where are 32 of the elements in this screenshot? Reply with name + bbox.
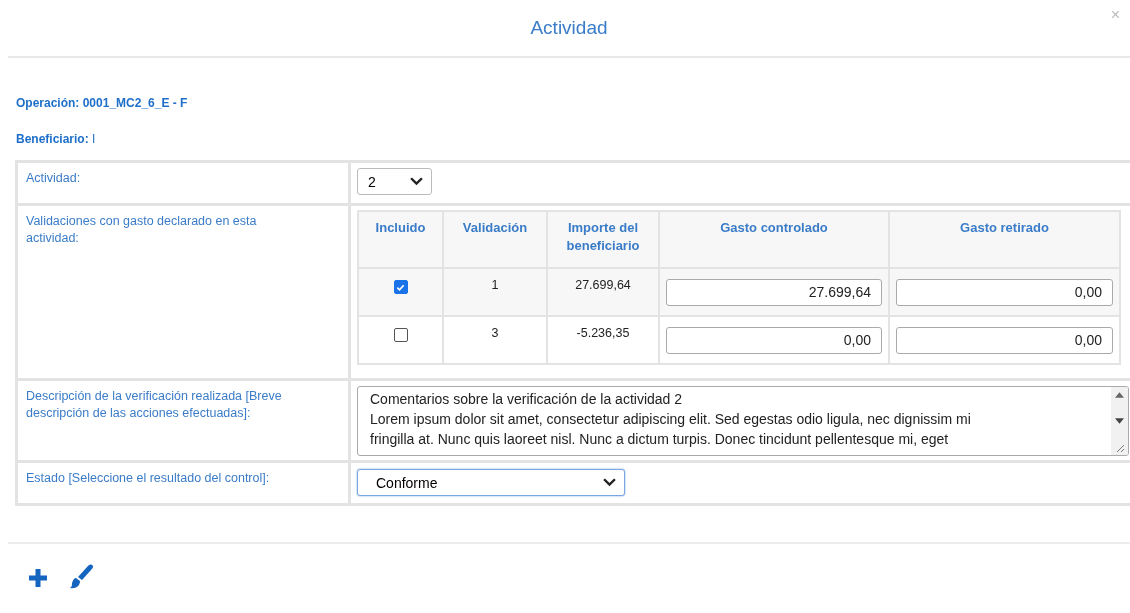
- field-label: Actividad:: [26, 171, 81, 185]
- scroll-up-icon: [1115, 392, 1124, 398]
- resize-grip-icon[interactable]: [1114, 443, 1125, 453]
- chevron-down-icon: [410, 177, 423, 186]
- amount-field[interactable]: 0,00: [666, 326, 882, 354]
- table-cell: 1: [491, 278, 499, 292]
- column-header: Gasto retirado: [960, 220, 1049, 235]
- beneficiary-info: Beneficiario: I: [16, 132, 97, 146]
- column-header: Importe del beneficiario: [566, 220, 640, 253]
- status-select[interactable]: Conforme: [357, 469, 625, 496]
- column-header: Gasto controlado: [720, 220, 828, 235]
- field-label: Validaciones con gasto declarado en esta actividad:: [26, 214, 257, 245]
- chevron-down-icon: [603, 478, 616, 487]
- amount-field[interactable]: 0,00: [896, 278, 1113, 306]
- column-header: Validación: [462, 220, 528, 235]
- amount-field[interactable]: 27.699,64: [666, 278, 882, 306]
- field-label: Estado [Seleccione el resultado del control]:: [26, 471, 270, 485]
- scrollbar[interactable]: [1111, 387, 1128, 455]
- amount-field[interactable]: 0,00: [896, 326, 1113, 354]
- column-header: Incluido: [375, 220, 426, 235]
- table-cell: -5.236,35: [576, 326, 630, 340]
- description-textarea[interactable]: Comentarios sobre la verificación de la actividad 2 Lorem ipsum dolor sit amet, consectetur adipiscing elit. Sed egestas odio ligula, nec dignissim mi fringilla at. Nunc quis laoreet nisl. Nunc a dictum turpis. Donec tincidunt pellentesque mi, eget: [357, 386, 1129, 456]
- dialog-title: Actividad: [530, 17, 608, 39]
- activity-select[interactable]: 2: [357, 168, 432, 195]
- operation-info: Operación: 0001_MC2_6_E - F: [16, 96, 189, 110]
- plus-icon[interactable]: [26, 566, 50, 590]
- scroll-down-icon: [1115, 417, 1124, 424]
- field-label: Descripción de la verificación realizada [Breve descripción de las acciones efectuadas]:: [26, 389, 282, 420]
- table-cell: 27.699,64: [575, 278, 631, 292]
- checkbox[interactable]: [393, 280, 408, 294]
- checkbox[interactable]: [393, 328, 408, 342]
- table-cell: 3: [491, 326, 499, 340]
